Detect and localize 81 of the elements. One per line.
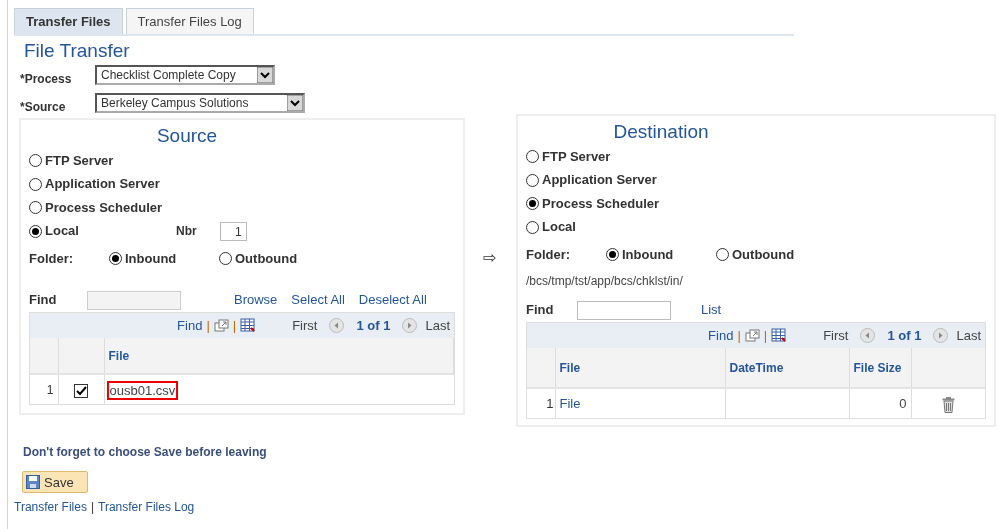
radio-label: Local	[542, 218, 577, 237]
separator: |	[206, 316, 210, 335]
grid-link[interactable]: Select All	[291, 290, 345, 310]
nbr-label: Nbr	[176, 223, 197, 240]
page-counter: 1 of 1	[356, 316, 391, 335]
column-header: File	[104, 338, 454, 375]
column-header: File Size	[849, 348, 911, 389]
field-label: *Process	[20, 71, 73, 89]
radio-button[interactable]	[526, 220, 539, 234]
radio-button[interactable]	[29, 177, 42, 191]
previous-icon[interactable]	[860, 328, 876, 343]
list-link[interactable]: List	[701, 300, 722, 320]
panel-heading: Destination	[612, 120, 710, 145]
radio-button[interactable]	[29, 224, 42, 238]
radio-label: Application Server	[542, 171, 658, 190]
dropdown-arrow-icon[interactable]	[257, 67, 273, 84]
file-name: ousb01.csv	[106, 380, 179, 400]
radio-button[interactable]	[29, 154, 42, 167]
arrow-icon: ⇨	[483, 246, 496, 271]
dropdown-field[interactable]: Checklist Complete Copy	[95, 65, 275, 86]
radio-label: Inbound	[622, 245, 674, 264]
grid-download-icon[interactable]	[771, 328, 788, 343]
separator: |	[232, 316, 237, 335]
row-number: 1	[527, 388, 555, 419]
radio-button[interactable]	[29, 201, 42, 214]
separator: |	[90, 499, 95, 517]
previous-icon[interactable]	[329, 318, 345, 333]
radio-button[interactable]	[716, 248, 729, 261]
find-label: Find	[526, 301, 555, 320]
panel-heading: Source	[155, 124, 219, 149]
radio-button[interactable]	[219, 252, 232, 265]
column-header: File	[555, 348, 725, 389]
radio-label: FTP Server	[45, 151, 115, 170]
find-link[interactable]: Find	[177, 315, 203, 336]
radio-label: Inbound	[125, 249, 177, 268]
radio-button[interactable]	[526, 173, 539, 187]
footer-link[interactable]: Transfer Files	[14, 498, 87, 517]
radio-button[interactable]	[526, 197, 539, 210]
row-number: 1	[30, 374, 58, 405]
popup-window-icon[interactable]	[744, 329, 760, 342]
dropdown-field[interactable]: Berkeley Campus Solutions	[95, 93, 305, 114]
radio-label: Application Server	[45, 175, 161, 194]
radio-label: FTP Server	[542, 147, 612, 166]
tab[interactable]: Transfer Files	[14, 8, 123, 34]
checkbox[interactable]	[74, 383, 88, 398]
file-link[interactable]: File	[559, 396, 581, 411]
page-title: File Transfer	[24, 38, 131, 63]
separator: |	[737, 326, 741, 345]
grid-link[interactable]: Browse	[234, 290, 278, 310]
find-link[interactable]: Find	[708, 325, 734, 346]
dropdown-arrow-icon[interactable]	[287, 95, 303, 112]
field-label: *Source	[20, 99, 67, 117]
find-label: Find	[29, 291, 58, 310]
page-counter: 1 of 1	[887, 326, 922, 345]
folder-label: Folder:	[29, 249, 75, 268]
folder-path: /bcs/tmp/tst/app/bcs/chklst/in/	[526, 273, 684, 291]
next-icon[interactable]	[933, 328, 949, 343]
grid-download-icon[interactable]	[240, 318, 257, 333]
save-reminder: Don't forget to choose Save before leaving	[23, 444, 268, 462]
radio-button[interactable]	[526, 150, 539, 163]
popup-window-icon[interactable]	[213, 319, 229, 332]
radio-label: Outbound	[235, 249, 298, 268]
find-field[interactable]	[577, 300, 671, 320]
tab[interactable]: Transfer Files Log	[125, 8, 254, 34]
column-header: DateTime	[725, 348, 849, 389]
nbr-field[interactable]: 1	[219, 221, 247, 241]
radio-button[interactable]	[606, 248, 619, 261]
grid-link[interactable]: Deselect All	[358, 290, 427, 310]
separator: |	[763, 326, 768, 345]
trash-icon[interactable]	[941, 396, 955, 413]
radio-label: Process Scheduler	[542, 194, 661, 213]
save-button[interactable]: Save	[22, 471, 88, 494]
radio-label: Local	[45, 222, 80, 241]
find-field[interactable]	[87, 290, 181, 310]
file-size: 0	[899, 396, 907, 411]
folder-label: Folder:	[526, 245, 572, 264]
radio-label: Process Scheduler	[45, 198, 164, 217]
next-icon[interactable]	[402, 318, 418, 333]
radio-button[interactable]	[109, 252, 122, 265]
footer-link[interactable]: Transfer Files Log	[98, 498, 195, 517]
radio-label: Outbound	[732, 245, 795, 264]
